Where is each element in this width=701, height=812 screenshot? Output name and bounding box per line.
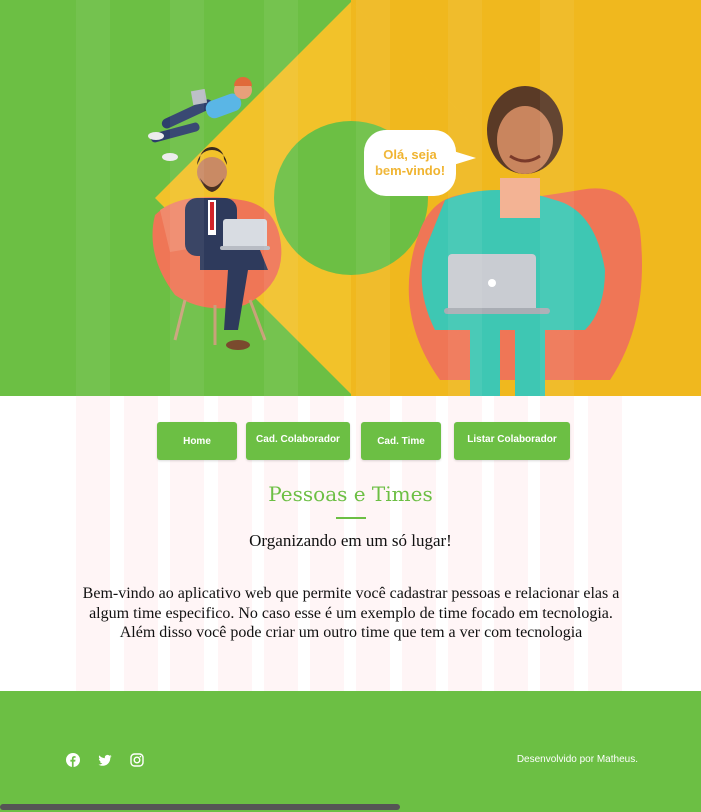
twitter-icon[interactable] (98, 753, 112, 767)
page-subtitle: Organizando em um só lugar! (249, 531, 452, 550)
title-underline (336, 517, 366, 519)
facebook-icon[interactable] (66, 753, 80, 767)
nav-listar-colaborador-button[interactable]: Listar Colaborador (454, 422, 570, 460)
footer-credit: Desenvolvido por Matheus. (516, 754, 638, 765)
main-navigation: Home Cad. Colaborador Cad. Time Listar C… (0, 422, 701, 462)
welcome-speech-bubble: Olá, seja bem-vindo! (364, 130, 456, 196)
hero-illustration (0, 0, 701, 396)
hero-banner: Olá, seja bem-vindo! (0, 0, 701, 396)
nav-cad-colaborador-button[interactable]: Cad. Colaborador (246, 422, 350, 460)
speech-bubble-tail (450, 150, 476, 166)
intro-description: Bem-vindo ao aplicativo web que permite … (82, 585, 620, 641)
speech-line-2: bem-vindo! (374, 163, 446, 178)
page-title: Pessoas e Times (268, 482, 433, 506)
nav-home-button[interactable]: Home (157, 422, 237, 460)
horizontal-scrollbar[interactable] (0, 804, 400, 810)
page-footer: Desenvolvido por Matheus. (0, 691, 701, 812)
speech-line-1: Olá, seja (383, 147, 437, 162)
nav-cad-time-button[interactable]: Cad. Time (361, 422, 441, 460)
instagram-icon[interactable] (130, 753, 144, 767)
